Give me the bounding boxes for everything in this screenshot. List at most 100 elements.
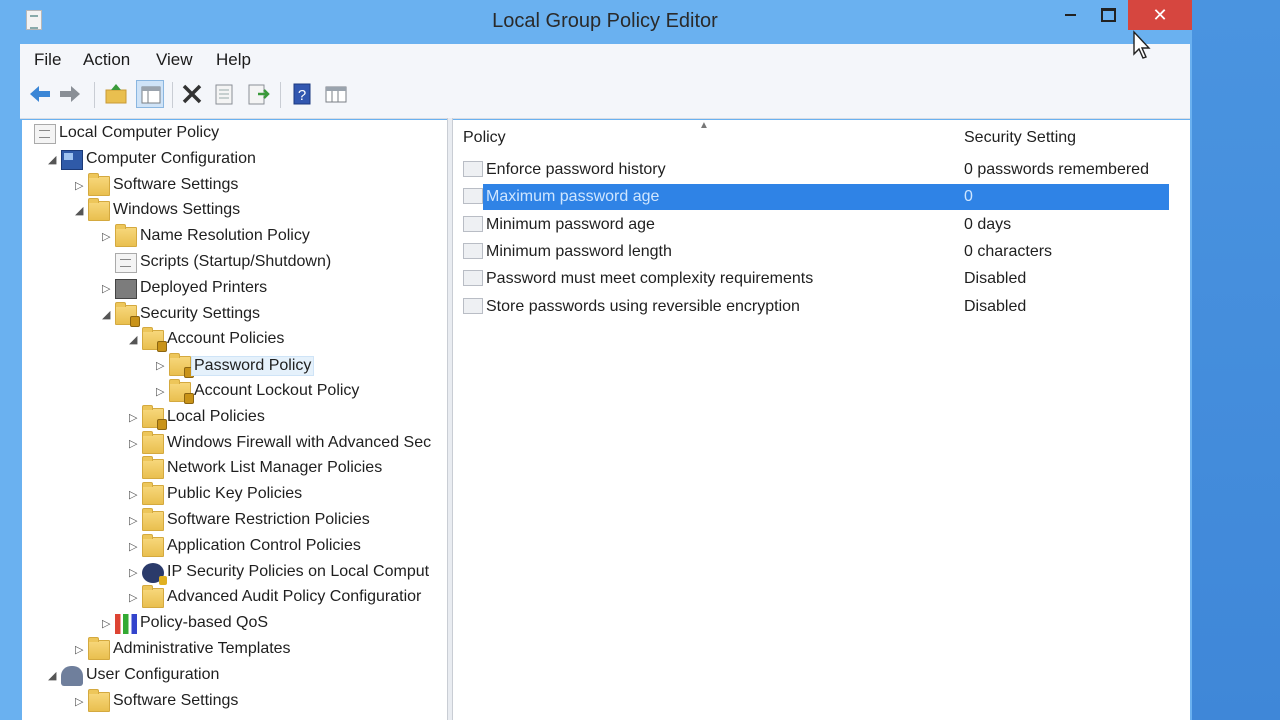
expanded-arrow-icon[interactable]: ◢	[75, 206, 85, 217]
column-header-security-setting[interactable]: Security Setting	[964, 129, 1076, 147]
collapsed-arrow-icon[interactable]: ▷	[102, 619, 112, 630]
tree-item-label: Local Computer Policy	[59, 124, 220, 141]
tree-item[interactable]: Scripts (Startup/Shutdown)	[22, 251, 447, 275]
column-header-policy[interactable]: Policy	[463, 129, 506, 147]
delete-icon[interactable]	[178, 80, 206, 108]
expanded-arrow-icon[interactable]: ◢	[129, 335, 139, 346]
policy-row[interactable]: Store passwords using reversible encrypt…	[453, 294, 1190, 320]
tree-item[interactable]: ▷ Local Policies	[22, 404, 447, 430]
tree-item[interactable]: Local Computer Policy	[22, 122, 447, 146]
tree-item[interactable]: ▷ Administrative Templates	[22, 637, 447, 662]
collapsed-arrow-icon[interactable]: ▷	[129, 412, 139, 423]
folder-icon	[88, 172, 110, 196]
folder-icon	[142, 533, 164, 557]
tree-item[interactable]: ▷ Windows Firewall with Advanced Sec	[22, 430, 447, 456]
mouse-cursor-icon	[1133, 30, 1151, 59]
tree-item[interactable]: ◢ User Configuration	[22, 664, 447, 688]
close-button[interactable]: ✕	[1128, 0, 1192, 30]
maximize-button[interactable]	[1092, 0, 1124, 30]
expanded-arrow-icon[interactable]: ◢	[102, 309, 112, 320]
toolbar: ?	[20, 74, 1190, 119]
collapsed-arrow-icon[interactable]: ▷	[102, 283, 112, 294]
tree-item-label: Public Key Policies	[167, 485, 303, 503]
title-bar[interactable]: Local Group Policy Editor ✕	[0, 0, 1192, 43]
menu-help[interactable]: Help	[216, 50, 251, 70]
tree-item[interactable]: ▷ Software Settings	[22, 688, 447, 714]
tree-item[interactable]: ▷ Name Resolution Policy	[22, 224, 447, 249]
collapsed-arrow-icon[interactable]: ▷	[75, 696, 85, 707]
tree-item[interactable]: ▷ Application Control Policies	[22, 533, 447, 559]
folder-icon	[88, 637, 110, 660]
tree-item[interactable]: ▷ Advanced Audit Policy Configuratior	[22, 585, 447, 610]
policy-row[interactable]: Minimum password age 0 days	[453, 212, 1190, 238]
secure-folder-icon	[169, 379, 194, 404]
policy-row[interactable]: Maximum password age 0	[453, 184, 1190, 211]
tree-item[interactable]: ▷ Deployed Printers	[22, 277, 447, 301]
collapsed-arrow-icon[interactable]: ▷	[129, 593, 139, 604]
policy-row[interactable]: Enforce password history 0 passwords reme…	[453, 157, 1190, 183]
tree-item-label: Computer Configuration	[86, 149, 256, 167]
tree-item[interactable]: ▷ Policy-based QoS	[22, 612, 447, 636]
policy-name: Minimum password age	[486, 215, 655, 233]
collapsed-arrow-icon[interactable]: ▷	[129, 516, 139, 527]
menu-action[interactable]: Action	[83, 50, 130, 70]
tree-item[interactable]: ◢ Account Policies	[22, 327, 447, 353]
tree-item[interactable]: ▷ Software Restriction Policies	[22, 508, 447, 533]
policy-setting-icon	[463, 297, 483, 314]
collapsed-arrow-icon[interactable]: ▷	[102, 232, 112, 243]
help-icon[interactable]: ?	[288, 80, 316, 108]
forward-arrow-icon[interactable]	[56, 80, 84, 108]
tree-item-label: Windows Firewall with Advanced Sec	[167, 433, 432, 451]
tree-item[interactable]: ▷ Public Key Policies	[22, 482, 447, 507]
collapsed-arrow-icon[interactable]: ▷	[156, 361, 166, 372]
console-icon[interactable]	[322, 80, 350, 108]
policy-setting-value: Disabled	[964, 270, 1027, 288]
menu-view[interactable]: View	[156, 50, 193, 70]
expanded-arrow-icon[interactable]: ◢	[48, 670, 58, 681]
tree-item[interactable]: ◢ Windows Settings	[22, 198, 447, 223]
app-window: Local Group Policy Editor ✕ File Action …	[0, 0, 1192, 720]
up-folder-icon[interactable]	[102, 80, 130, 108]
tree-item[interactable]: ▷ IP Security Policies on Local Comput	[22, 561, 447, 585]
user-icon	[61, 665, 83, 686]
tree-item-label: Software Settings	[113, 175, 239, 193]
policy-name: Enforce password history	[486, 161, 666, 178]
expanded-arrow-icon[interactable]: ◢	[48, 154, 58, 165]
collapsed-arrow-icon[interactable]: ▷	[129, 490, 139, 501]
folder-icon	[88, 688, 110, 712]
collapsed-arrow-icon[interactable]: ▷	[75, 645, 85, 656]
desktop-background	[1192, 0, 1280, 720]
tree-item[interactable]: ▷ Account Lockout Policy	[22, 379, 447, 404]
collapsed-arrow-icon[interactable]: ▷	[156, 387, 166, 398]
policy-name: Minimum password length	[486, 242, 672, 260]
folder-icon	[142, 482, 164, 506]
properties-icon[interactable]	[210, 80, 238, 108]
tree-item[interactable]: ▷ Software Settings	[22, 172, 447, 198]
policy-row[interactable]: Password must meet complexity requiremen…	[453, 266, 1190, 292]
tree-item-label: Password Policy	[191, 356, 315, 377]
collapsed-arrow-icon[interactable]: ▷	[129, 438, 139, 449]
policy-row[interactable]: Minimum password length 0 characters	[453, 239, 1190, 265]
secure-folder-icon	[142, 404, 167, 430]
collapsed-arrow-icon[interactable]: ▷	[129, 567, 139, 578]
minimize-button[interactable]	[1054, 0, 1086, 30]
tree-item-label: Network List Manager Policies	[167, 459, 383, 477]
ip-security-icon	[142, 562, 167, 585]
menu-file[interactable]: File	[34, 50, 61, 70]
console-tree: Local Computer Policy ◢ Computer Configura…	[22, 120, 447, 720]
policy-setting-icon	[463, 270, 483, 287]
export-list-icon[interactable]	[244, 80, 272, 108]
tree-item[interactable]: ◢ Computer Configuration	[22, 148, 447, 172]
show-hide-tree-icon[interactable]	[136, 80, 164, 108]
tree-item-label: Windows Settings	[113, 201, 241, 219]
tree-item-label: Software Settings	[113, 691, 239, 709]
document-icon	[115, 253, 137, 273]
collapsed-arrow-icon[interactable]: ▷	[75, 180, 85, 191]
tree-item[interactable]: ◢ Security Settings	[22, 301, 447, 327]
policy-name: Maximum password age	[486, 188, 660, 206]
back-arrow-icon[interactable]	[26, 80, 54, 108]
collapsed-arrow-icon[interactable]: ▷	[129, 541, 139, 552]
tree-item[interactable]: Network List Manager Policies	[22, 456, 447, 481]
tree-item-label: Name Resolution Policy	[140, 227, 310, 245]
tree-item[interactable]: ▷ Password Policy	[22, 353, 447, 379]
